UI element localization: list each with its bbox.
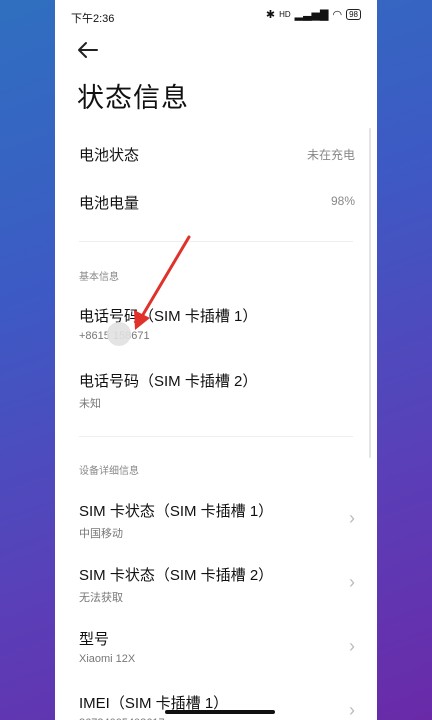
phone-screen: 下午2:36 ✱ HD ▂▃▅▇ ◠ 98 状态信息 电池状态 未在充电 电池电… bbox=[55, 0, 377, 720]
annotation-arrow-icon bbox=[134, 235, 191, 330]
